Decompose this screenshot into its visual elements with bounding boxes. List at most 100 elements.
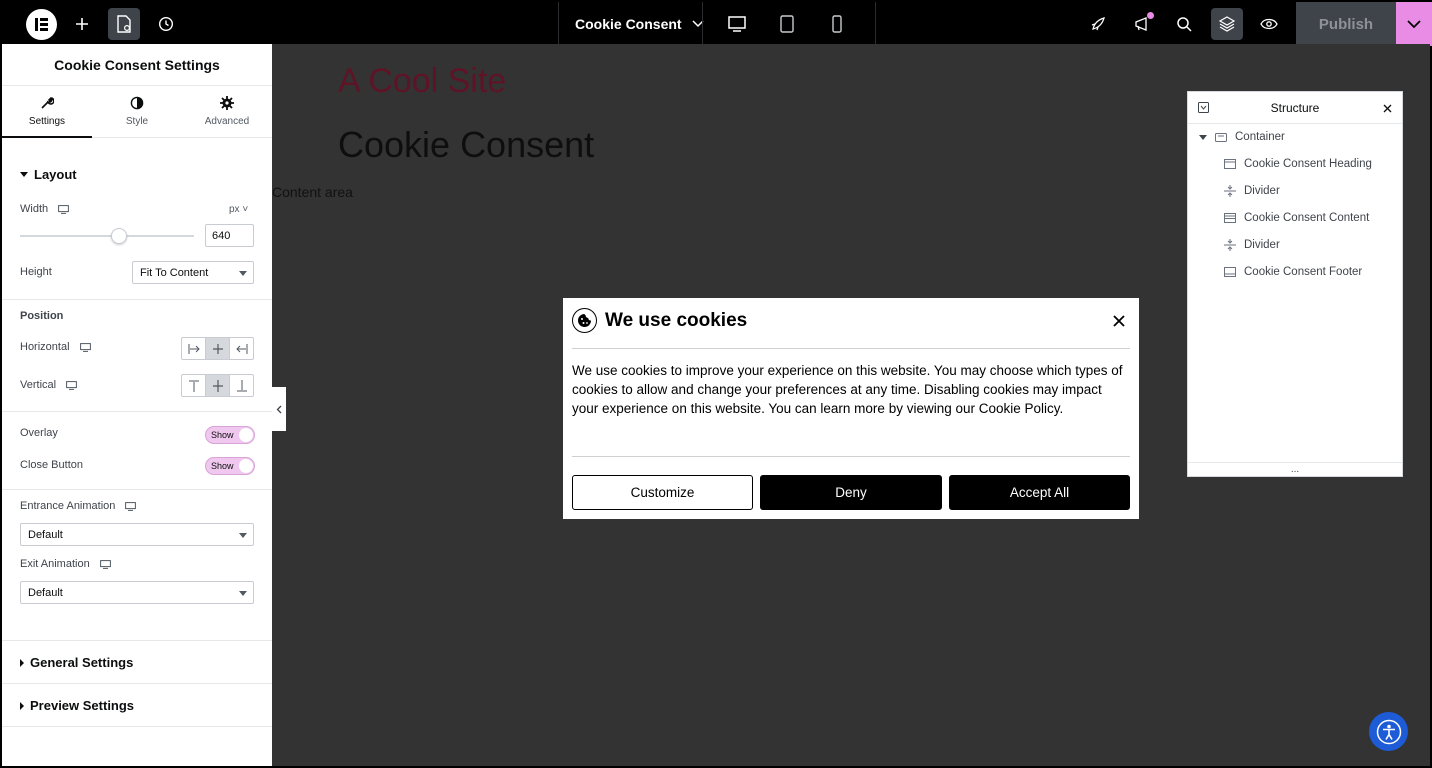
chevron-down-icon (1407, 19, 1421, 28)
top-bar: Cookie Consent Publish (0, 0, 1432, 46)
panel-tabs: Settings Style Advanced (2, 86, 272, 138)
footer-widget-icon (1224, 267, 1236, 277)
width-unit-select[interactable]: px ˅ (229, 204, 248, 215)
popup-divider (572, 348, 1130, 349)
tab-style[interactable]: Style (92, 86, 182, 137)
accessibility-icon[interactable] (1369, 712, 1408, 751)
divider-icon (1224, 185, 1236, 197)
preview-settings-toggle[interactable]: Preview Settings (2, 698, 134, 713)
structure-item-label: Container (1235, 131, 1285, 143)
align-start-icon[interactable] (182, 338, 205, 359)
general-settings-heading: General Settings (30, 655, 134, 670)
desktop-icon[interactable] (125, 501, 137, 511)
structure-item-footer[interactable]: Cookie Consent Footer (1224, 266, 1362, 278)
exit-animation-label: Exit Animation (20, 558, 90, 570)
desktop-icon[interactable] (58, 204, 70, 214)
divider-icon (1224, 239, 1236, 251)
text-widget-icon (1224, 213, 1236, 223)
close-button-toggle-text: Show (211, 461, 234, 471)
tab-style-label: Style (125, 116, 149, 127)
vertical-position-control (181, 374, 254, 397)
tab-advanced[interactable]: Advanced (182, 86, 272, 137)
chevron-left-icon (276, 405, 282, 413)
structure-item-label: Divider (1244, 239, 1280, 251)
structure-item-label: Divider (1244, 185, 1280, 197)
structure-resize-handle[interactable]: ... (1188, 462, 1402, 476)
width-slider-track[interactable] (20, 235, 194, 237)
height-select[interactable]: Fit To Content (132, 261, 254, 284)
structure-item-divider[interactable]: Divider (1224, 185, 1280, 197)
height-value: Fit To Content (140, 266, 209, 279)
layout-section-toggle[interactable]: Layout (2, 167, 77, 182)
gear-icon (220, 96, 234, 110)
panel-collapse-button[interactable] (272, 387, 286, 431)
rocket-icon[interactable] (1082, 8, 1114, 40)
close-button-toggle[interactable]: Show (205, 457, 255, 475)
half-circle-icon (130, 96, 144, 110)
toggle-knob (239, 459, 253, 473)
desktop-icon[interactable] (712, 2, 762, 46)
publish-button[interactable]: Publish (1296, 2, 1396, 46)
entrance-animation-label: Entrance Animation (20, 500, 116, 512)
caret-right-icon (20, 701, 24, 710)
align-bottom-icon[interactable] (229, 375, 253, 396)
popup-body-text: We use cookies to improve your experienc… (572, 363, 1123, 416)
caret-down-icon (20, 172, 28, 177)
structure-item-divider[interactable]: Divider (1224, 239, 1280, 251)
mobile-icon[interactable] (812, 2, 862, 46)
align-center-icon[interactable] (205, 338, 229, 359)
desktop-icon[interactable] (79, 342, 91, 352)
publish-options-button[interactable] (1396, 2, 1432, 46)
structure-title: Structure (1270, 100, 1320, 115)
accept-all-button[interactable]: Accept All (949, 475, 1130, 510)
popup-title: We use cookies (605, 309, 748, 331)
collapse-all-icon[interactable] (1198, 102, 1209, 116)
vertical-label-row: Vertical (20, 379, 77, 391)
close-icon[interactable] (1111, 313, 1127, 329)
eye-icon[interactable] (1253, 8, 1285, 40)
document-title-dropdown[interactable]: Cookie Consent (575, 2, 704, 46)
cookie-consent-popup: We use cookies We use cookies to improve… (563, 298, 1139, 519)
align-middle-icon[interactable] (205, 375, 229, 396)
tab-advanced-label: Advanced (204, 116, 250, 127)
deny-button[interactable]: Deny (760, 475, 942, 510)
overlay-label: Overlay (20, 427, 58, 439)
entrance-animation-select[interactable]: Default (20, 523, 254, 546)
caret-down-icon[interactable] (1199, 134, 1207, 140)
exit-animation-label-row: Exit Animation (20, 558, 111, 570)
customize-button[interactable]: Customize (572, 475, 753, 510)
vertical-label: Vertical (20, 379, 57, 391)
search-icon[interactable] (1168, 8, 1200, 40)
page-heading[interactable]: Cookie Consent (338, 124, 594, 166)
content-area[interactable]: Content area (272, 184, 353, 200)
history-icon[interactable] (150, 8, 182, 40)
structure-item-label: Cookie Consent Footer (1244, 266, 1363, 278)
exit-animation-select[interactable]: Default (20, 581, 254, 604)
select-arrow-icon (239, 532, 247, 538)
overlay-toggle[interactable]: Show (205, 426, 255, 444)
align-end-icon[interactable] (229, 338, 253, 359)
page-settings-icon[interactable] (108, 8, 140, 40)
tablet-icon[interactable] (762, 2, 812, 46)
caret-right-icon (20, 658, 24, 667)
elementor-logo-icon[interactable] (26, 9, 57, 40)
preview-settings-heading: Preview Settings (30, 698, 135, 713)
width-input[interactable]: 640 (205, 224, 254, 247)
align-top-icon[interactable] (182, 375, 205, 396)
structure-item-container[interactable]: Container (1199, 131, 1285, 143)
desktop-icon[interactable] (66, 380, 77, 390)
close-icon[interactable] (1383, 102, 1392, 116)
width-label-row: Width (20, 203, 70, 215)
add-icon[interactable] (66, 8, 98, 40)
megaphone-icon[interactable] (1126, 8, 1158, 40)
structure-item-content[interactable]: Cookie Consent Content (1224, 212, 1369, 224)
layers-icon[interactable] (1211, 8, 1243, 40)
site-title[interactable]: A Cool Site (338, 62, 506, 101)
popup-divider (572, 456, 1130, 457)
entrance-animation-value: Default (28, 528, 63, 541)
desktop-icon[interactable] (99, 559, 111, 569)
tab-settings[interactable]: Settings (2, 86, 92, 138)
width-slider-handle[interactable] (111, 228, 128, 244)
general-settings-toggle[interactable]: General Settings (2, 655, 133, 670)
structure-item-heading[interactable]: Cookie Consent Heading (1224, 158, 1372, 170)
